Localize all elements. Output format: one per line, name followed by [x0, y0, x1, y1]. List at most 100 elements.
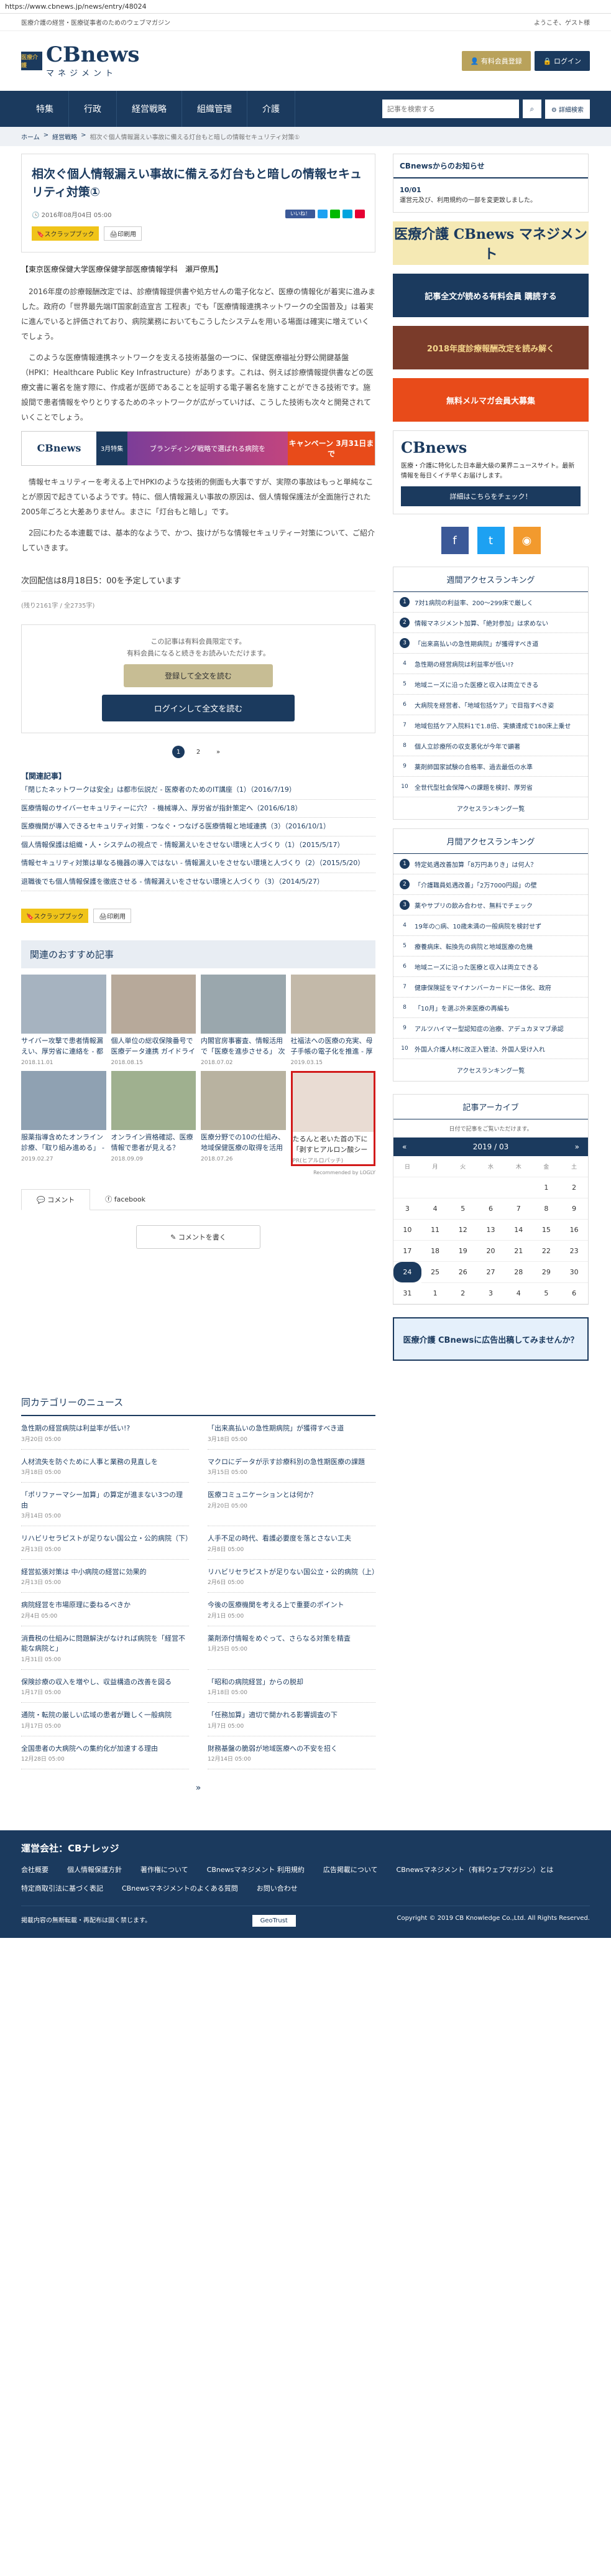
news-item[interactable]: 通院・転院の厳しい広域の患者が難しく一般病院 1月17日 05:00 — [21, 1703, 189, 1736]
news-item[interactable]: 保険診療の収入を増やし、収益構造の改善を図る 1月17日 05:00 — [21, 1670, 189, 1703]
calendar-day[interactable]: 21 — [504, 1241, 533, 1262]
calendar-day[interactable]: 5 — [449, 1198, 477, 1220]
page-2[interactable]: 2 — [192, 746, 204, 758]
tab-comment[interactable]: 💬 コメント — [21, 1189, 91, 1211]
calendar-day[interactable]: 26 — [449, 1262, 477, 1283]
calendar-day[interactable]: 23 — [560, 1241, 588, 1262]
twitter-icon[interactable]: t — [477, 527, 505, 554]
login-read-button[interactable]: ログインして全文を読む — [102, 695, 295, 722]
advanced-search-button[interactable]: ⚙ 詳細検索 — [544, 99, 590, 119]
calendar-day[interactable]: 31 — [393, 1283, 421, 1304]
recommend-card[interactable]: 個人単位の総収保険番号で医療データ連携 ガイドラインを... 2018.08.15 — [111, 975, 196, 1066]
news-item[interactable]: 人手不足の時代、看護必要度を落とさない工夫 2月8日 05:00 — [208, 1526, 375, 1560]
calendar-day[interactable]: 29 — [532, 1262, 561, 1283]
calendar-day[interactable]: 15 — [532, 1220, 561, 1241]
notice-text[interactable]: 運営元及び、利用規約の一部を変更致しました。 — [400, 196, 582, 206]
calendar-day[interactable]: 25 — [421, 1262, 449, 1283]
facebook-like-button[interactable]: いいね！ — [285, 210, 315, 219]
sidebar-banner-revision[interactable]: 2018年度診療報酬改定を読み解く — [393, 326, 589, 369]
calendar-day[interactable]: 6 — [477, 1198, 505, 1220]
calendar-day[interactable]: 11 — [421, 1220, 449, 1241]
footer-link[interactable]: CBnewsマネジメント（有料ウェブマガジン）とは — [397, 1865, 554, 1874]
ranking-item[interactable]: 6 大病院を経営者、「地域包括ケア」で目指すべき姿 — [393, 695, 588, 715]
ranking-item[interactable]: 5 地域ニーズに沿った医療と収入は両立できる — [393, 674, 588, 695]
calendar-day[interactable]: 5 — [532, 1283, 561, 1304]
facebook-icon[interactable]: f — [441, 527, 469, 554]
footer-link[interactable]: CBnewsマネジメント 利用規約 — [207, 1865, 305, 1874]
ranking-item[interactable]: 9 アルツハイマー型認知症の治療、アデュカヌマブ承認 — [393, 1018, 588, 1039]
news-item[interactable]: 医療コミュニケーションとは何か？ 2月20日 05:00 — [208, 1483, 375, 1526]
related-item[interactable]: 退職後でも個人情報保護を徹底させる - 情報漏えいをさせない環境と人づくり（3）… — [21, 873, 375, 892]
calendar-next[interactable]: » — [575, 1142, 579, 1151]
news-item[interactable]: 病院経営を市場原理に委ねるべきか 2月4日 05:00 — [21, 1593, 189, 1626]
news-item[interactable]: 「任務加算」適切で開かれる影響調査の下 1月7日 05:00 — [208, 1703, 375, 1736]
recommend-card[interactable]: 内閣官房事審査、情報活用で「医療を進歩させる」 次世代... 2018.07.02 — [201, 975, 286, 1066]
ranking-item[interactable]: 8 個人立診療所の収支悪化が今年で顕著 — [393, 736, 588, 756]
category-news-pager[interactable]: » — [21, 1783, 375, 1793]
recommend-card[interactable]: オンライン資格確認、医療情報で患者が見える？ 2020年... 2018.09.0… — [111, 1071, 196, 1166]
news-item[interactable]: 「ポリファーマシー加算」の算定が進まない3つの理由 3月14日 05:00 — [21, 1483, 189, 1526]
calendar-day[interactable]: 1 — [421, 1283, 449, 1304]
monthly-ranking-more[interactable]: アクセスランキング一覧 — [393, 1059, 588, 1081]
news-item[interactable]: リハビリセラピストが足りない国公立・公的病院（下） 2月13日 05:00 — [21, 1526, 192, 1560]
calendar-day[interactable]: 14 — [504, 1220, 533, 1241]
news-item[interactable]: 経営拡張対策は 中小病院の経営に効果的 2月13日 05:00 — [21, 1560, 189, 1593]
nav-item-organization[interactable]: 組織管理 — [182, 91, 247, 127]
footer-link[interactable]: 特定商取引法に基づく表記 — [21, 1883, 103, 1893]
scrapbook-button-bottom[interactable]: 🔖スクラップブック — [21, 909, 89, 924]
ranking-item[interactable]: 2 情報マネジメント加算、「絶対参加」は求めない — [393, 613, 588, 633]
breadcrumb-section[interactable]: 経営戦略 — [52, 132, 77, 141]
ranking-item[interactable]: 9 薬剤師国家試験の合格率、過去最低の水準 — [393, 756, 588, 777]
related-item[interactable]: 個人情報保護は組織・人・システムの視点で - 情報漏えいをさせない環境と人づくり… — [21, 836, 375, 855]
calendar-day[interactable]: 4 — [421, 1198, 449, 1220]
breadcrumb-home[interactable]: ホーム — [21, 132, 40, 141]
calendar-day[interactable]: 24 — [393, 1262, 421, 1283]
calendar-day[interactable]: 10 — [393, 1220, 421, 1241]
ranking-item[interactable]: 7 地域包括ケア入院料1で1.8倍、実績達成で180床上乗せ — [393, 715, 588, 736]
rss-icon[interactable]: ◉ — [513, 527, 541, 554]
ranking-item[interactable]: 5 療養病床、転換先の病院と地域医療の危機 — [393, 936, 588, 957]
footer-link[interactable]: CBnewsマネジメントのよくある質問 — [122, 1883, 238, 1893]
twitter-icon[interactable] — [318, 210, 328, 219]
news-item[interactable]: 消費税の仕組みに問題解決がなければ病院を「経営不能な病院と」 1月31日 05:0… — [21, 1626, 189, 1670]
recommend-ad-card[interactable]: たるんと老いた首の下に「剥すヒアルロン酸シート」 PR(ヒアルロパッチ) — [290, 1071, 375, 1167]
ranking-item[interactable]: 7 健康保険証をマイナンバーカードに一体化、政府 — [393, 977, 588, 998]
news-item[interactable]: マクロにデータが示す診療科別の急性期医療の課題 3月15日 05:00 — [208, 1450, 375, 1483]
browser-url-bar[interactable]: https://www.cbnews.jp/news/entry/48024 — [0, 0, 611, 14]
news-item[interactable]: 「出来高払いの急性期病院」が獲得すべき道 3月18日 05:00 — [208, 1416, 375, 1450]
calendar-day[interactable]: 3 — [477, 1283, 505, 1304]
calendar-day[interactable]: 3 — [393, 1198, 421, 1220]
campaign-banner[interactable]: CBnews 3月特集 ブランディング戦略で選ばれる病院を キャンペーン 3月3… — [21, 430, 375, 466]
hatena-icon[interactable] — [342, 210, 352, 219]
news-item[interactable]: 急性期の経営病院は利益率が低い!? 3月20日 05:00 — [21, 1416, 189, 1450]
nav-item-kaigo[interactable]: 介護 — [247, 91, 295, 127]
footer-link[interactable]: 広告掲載について — [323, 1865, 378, 1874]
search-input[interactable] — [382, 100, 519, 118]
scrapbook-button[interactable]: 🔖スクラップブック — [32, 226, 99, 241]
calendar-day[interactable]: 28 — [504, 1262, 533, 1283]
ranking-item[interactable]: 10 外国人介護人材に改正入管法、外国人受け入れ — [393, 1039, 588, 1059]
footer-link[interactable]: 会社概要 — [21, 1865, 48, 1874]
footer-link[interactable]: お問い合わせ — [257, 1883, 298, 1893]
calendar-day[interactable]: 27 — [477, 1262, 505, 1283]
ranking-item[interactable]: 8 「10月」を選ぶ外来医療の再編も — [393, 998, 588, 1018]
sidebar-banner-logo[interactable]: 医療介護 CBnews マネジメント — [393, 221, 589, 265]
footer-link[interactable]: 著作権について — [140, 1865, 188, 1874]
calendar-prev[interactable]: « — [402, 1142, 407, 1151]
calendar-day[interactable]: 22 — [532, 1241, 561, 1262]
search-button[interactable]: ⌕ — [522, 100, 541, 118]
related-item[interactable]: 情報セキュリティ対策は単なる機器の導入ではない - 情報漏えいをさせない環境と人… — [21, 855, 375, 873]
print-button[interactable]: 🖨印刷用 — [104, 226, 142, 241]
calendar-day[interactable]: 9 — [560, 1198, 588, 1220]
related-item[interactable]: 医療情報のサイバーセキュリティーに穴？ - 機械導入、厚労省が指針策定へ（201… — [21, 800, 375, 818]
calendar-day[interactable]: 13 — [477, 1220, 505, 1241]
recommend-card[interactable]: サイバー攻撃で患者情報漏えい、厚労省に連絡を - 都道府県... 2018.11.… — [21, 975, 106, 1066]
recommend-card[interactable]: 服薬指導含めたオンライン診療、「取り組み進める」 - 厚生... 2019.02.… — [21, 1071, 106, 1166]
news-item[interactable]: 「昭和の病院経営」からの脱却 1月18日 05:00 — [208, 1670, 375, 1703]
footer-link[interactable]: 個人情報保護方針 — [67, 1865, 122, 1874]
calendar-day[interactable]: 12 — [449, 1220, 477, 1241]
sidebar-banner-advertise[interactable]: 医療介護 CBnewsに広告出稿してみませんか？ — [393, 1317, 589, 1361]
ranking-item[interactable]: 6 地域ニーズに沿った医療と収入は両立できる — [393, 957, 588, 977]
register-read-button[interactable]: 登録して全文を読む — [124, 664, 273, 688]
site-logo[interactable]: 医療介護 CBnews マネジメント — [21, 44, 140, 78]
